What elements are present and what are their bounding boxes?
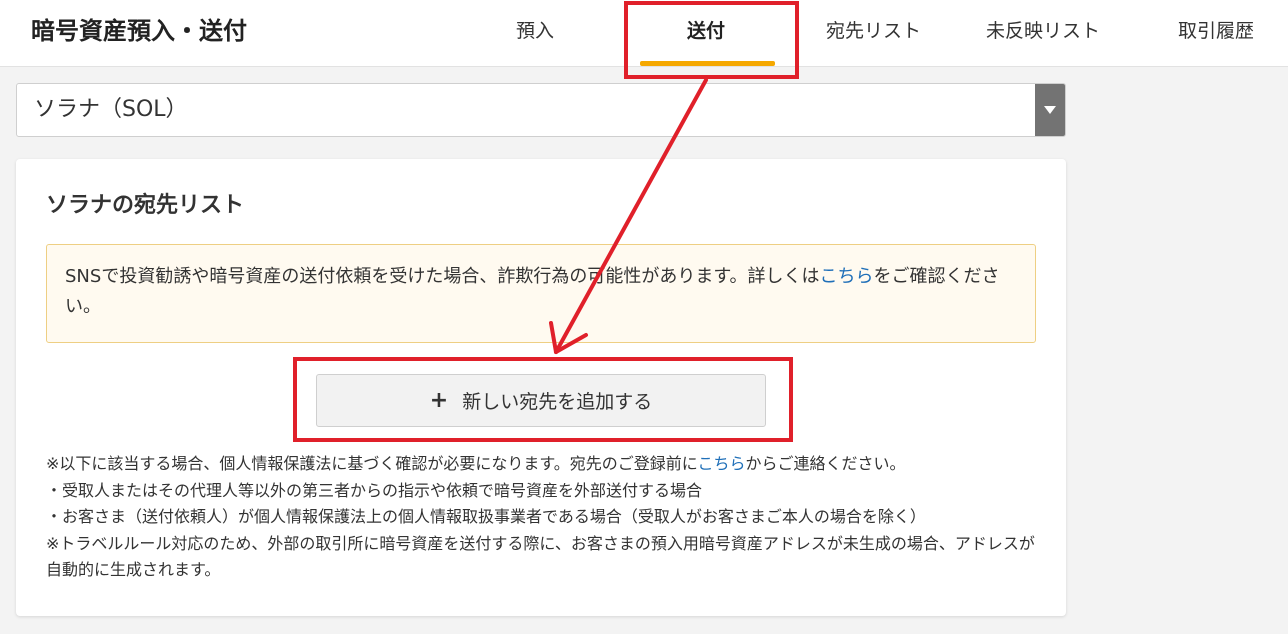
tab-destination-list[interactable]: 宛先リスト <box>826 18 921 44</box>
note-line-2: ・受取人またはその代理人等以外の第三者からの指示や依頼で暗号資産を外部送付する場… <box>46 480 703 500</box>
tab-unreflected-list[interactable]: 未反映リスト <box>986 18 1100 44</box>
plus-icon: + <box>429 387 449 413</box>
note-line-1: ※以下に該当する場合、個人情報保護法に基づく確認が必要になります。宛先のご登録前… <box>46 451 1046 478</box>
tab-transaction-history[interactable]: 取引履歴 <box>1178 18 1254 44</box>
contact-link[interactable]: こちら <box>698 454 746 473</box>
add-destination-button[interactable]: + 新しい宛先を追加する <box>316 374 766 427</box>
page-title: 暗号資産預入・送付 <box>31 17 247 45</box>
note-line-3: ・お客さま（送付依頼人）が個人情報保護法上の個人情報取扱事業者である場合（受取人… <box>46 507 926 526</box>
note-line-4: ※トラベルルール対応のため、外部の取引所に暗号資産を送付する際に、お客さまの預入… <box>46 533 1035 580</box>
note-line-1-text: ※以下に該当する場合、個人情報保護法に基づく確認が必要になります。宛先のご登録前… <box>46 454 698 473</box>
tab-deposit[interactable]: 預入 <box>516 18 554 44</box>
card-title: ソラナの宛先リスト <box>46 193 245 218</box>
triangle-down-icon <box>1044 106 1056 114</box>
tab-send[interactable]: 送付 <box>687 18 725 44</box>
note-line-1-after: からご連絡ください。 <box>745 454 906 473</box>
privacy-notes: ※以下に該当する場合、個人情報保護法に基づく確認が必要になります。宛先のご登録前… <box>46 451 1046 584</box>
select-arrow[interactable] <box>1035 84 1065 136</box>
notice-text-before: SNSで投資勧誘や暗号資産の送付依頼を受けた場合、詐欺行為の可能性があります。詳… <box>65 266 820 287</box>
page-header: 暗号資産預入・送付 預入 送付 宛先リスト 未反映リスト 取引履歴 <box>0 0 1288 67</box>
currency-select[interactable]: ソラナ（SOL） <box>16 83 1066 137</box>
destination-list-card: ソラナの宛先リスト SNSで投資勧誘や暗号資産の送付依頼を受けた場合、詐欺行為の… <box>16 159 1066 616</box>
add-destination-label: 新しい宛先を追加する <box>462 391 653 413</box>
notice-details-link[interactable]: こちら <box>820 266 874 287</box>
currency-select-value: ソラナ（SOL） <box>34 97 188 122</box>
fraud-warning-notice: SNSで投資勧誘や暗号資産の送付依頼を受けた場合、詐欺行為の可能性があります。詳… <box>46 244 1036 343</box>
active-tab-indicator <box>640 61 775 66</box>
